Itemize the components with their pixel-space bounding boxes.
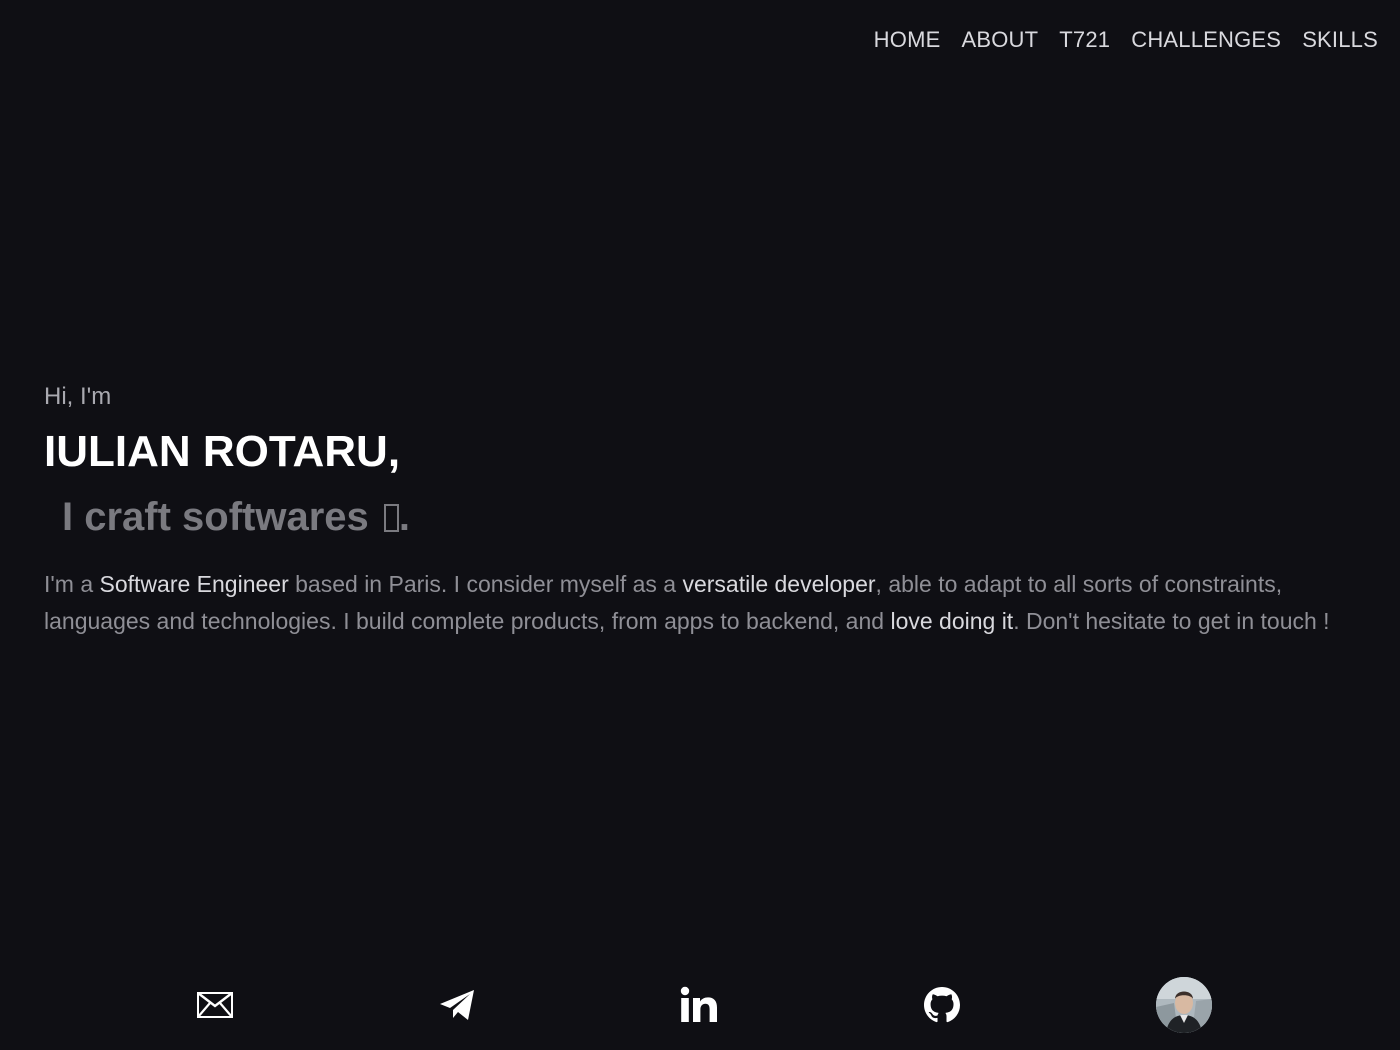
avatar	[1156, 977, 1212, 1033]
profile-link[interactable]	[1154, 975, 1214, 1035]
github-link[interactable]	[912, 975, 972, 1035]
nav-home[interactable]: HOME	[874, 29, 941, 51]
github-icon	[924, 987, 960, 1023]
telegram-icon	[440, 990, 474, 1020]
missing-glyph-icon	[383, 504, 399, 532]
linkedin-link[interactable]	[669, 975, 729, 1035]
nav-t721[interactable]: T721	[1059, 29, 1110, 51]
bio-paragraph: I'm a Software Engineer based in Paris. …	[44, 566, 1364, 640]
linkedin-icon	[680, 986, 717, 1022]
bio-highlight-role: Software Engineer	[99, 571, 289, 597]
tagline-end: .	[398, 495, 411, 539]
greeting: Hi, I'm	[44, 383, 112, 410]
hero-tagline: I craft softwares .	[62, 490, 1364, 544]
bio-text-2: based in Paris. I consider myself as a	[288, 571, 683, 597]
nav-skills[interactable]: SKILLS	[1302, 29, 1378, 51]
nav-challenges[interactable]: CHALLENGES	[1131, 29, 1281, 51]
telegram-link[interactable]	[427, 975, 487, 1035]
tagline-text: I craft softwares	[62, 495, 369, 539]
bio-text-1: I'm a	[44, 571, 100, 597]
hero-name: IULIAN ROTARU,	[44, 427, 401, 476]
hero-section: Hi, I'm IULIAN ROTARU, I craft softwares…	[44, 380, 1364, 640]
mail-icon	[197, 992, 233, 1018]
bio-highlight-love: love doing it	[890, 608, 1014, 634]
nav-about[interactable]: ABOUT	[961, 29, 1038, 51]
bio-text-4: . Don't hesitate to get in touch !	[1013, 608, 1330, 634]
main-nav: HOME ABOUT T721 CHALLENGES SKILLS	[853, 0, 1400, 80]
bio-highlight-versatile: versatile developer	[682, 571, 876, 597]
mail-link[interactable]	[185, 975, 245, 1035]
contact-bar	[0, 975, 1400, 1035]
